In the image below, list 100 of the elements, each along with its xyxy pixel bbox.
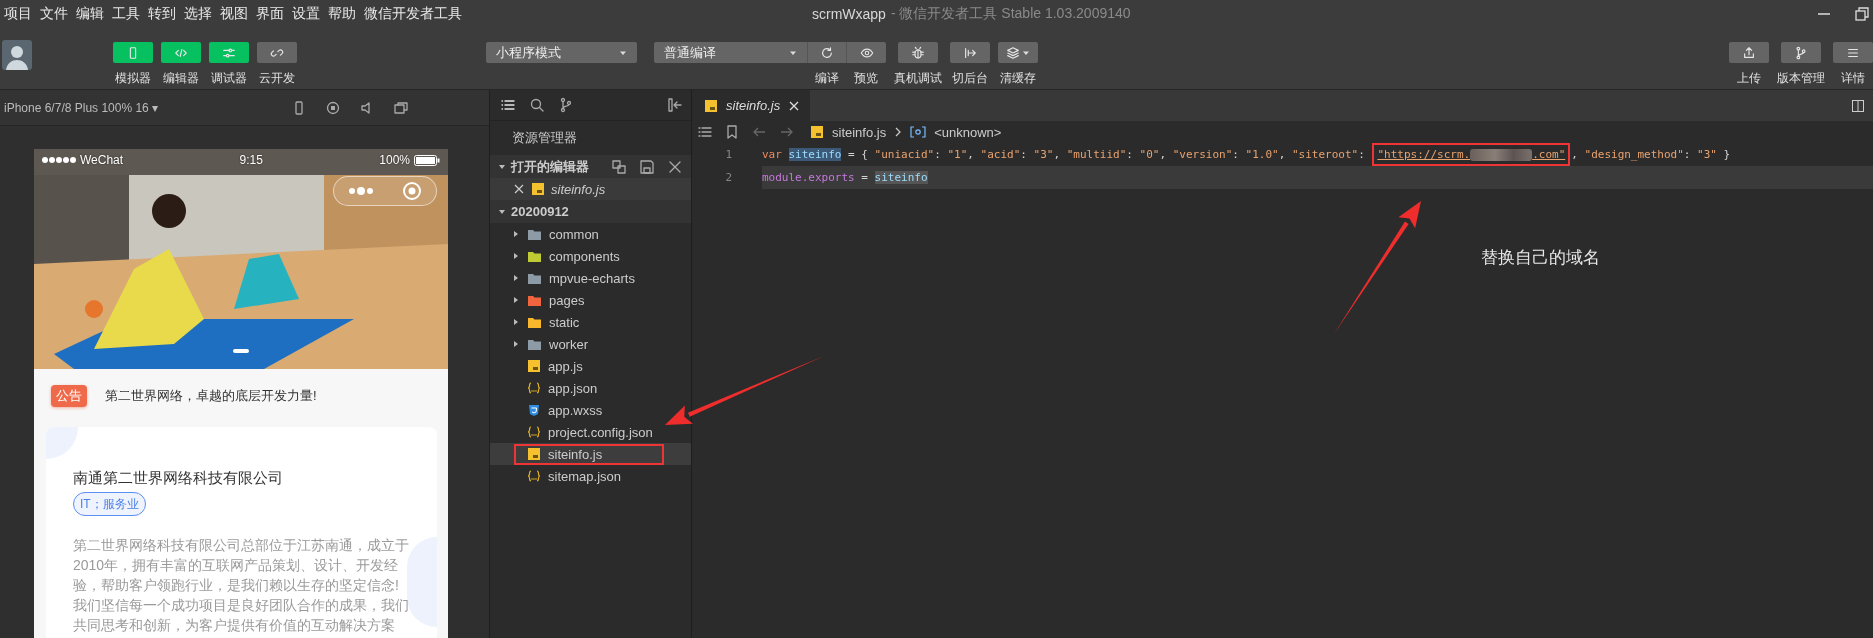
exit-icon [963,45,977,60]
toolbar-button[interactable] [950,42,990,63]
signal-icon [42,156,76,164]
chevron-icon[interactable] [512,340,520,348]
tree-item[interactable]: project.config.json [490,421,691,443]
open-editor-item[interactable]: siteinfo.js [490,178,691,200]
json-file-icon [527,425,541,439]
toolbar-button[interactable] [898,42,938,63]
tree-item[interactable]: sitemap.json [490,465,691,487]
chevron-icon[interactable] [512,274,520,282]
toolbar-button[interactable] [1833,42,1873,63]
js-file-icon [527,447,541,461]
branch-icon[interactable] [558,97,574,113]
record-icon[interactable] [326,100,340,115]
back-arrow-icon[interactable] [752,125,766,139]
split-editor-icon[interactable] [1851,98,1865,113]
window-icon[interactable] [394,100,408,115]
forward-arrow-icon[interactable] [780,125,794,139]
menu-item[interactable]: 转到 [148,5,176,23]
file-name: app.js [548,358,583,374]
restore-icon[interactable] [1855,7,1869,21]
toolbar-button[interactable] [807,42,846,63]
menu-item[interactable]: 编辑 [76,5,104,23]
section-header[interactable]: 20200912 [490,200,691,223]
file-name: siteinfo.js [548,446,603,462]
file-name: common [549,226,599,242]
file-name: app.wxss [548,402,603,418]
window-subtitle: - 微信开发者工具 Stable 1.03.2009140 [890,5,1131,23]
tree-item[interactable]: common [490,223,691,245]
notice-text: 第二世界网络，卓越的底层开发力量! [105,387,317,405]
tree-item[interactable]: static [490,311,691,333]
copy-icon[interactable] [611,158,627,175]
tree-item[interactable]: pages [490,289,691,311]
carrier-name: WeChat [80,153,124,167]
menu-item[interactable]: 界面 [256,5,284,23]
chevron-icon[interactable] [512,230,520,238]
toolbar-button[interactable] [1781,42,1821,63]
menu-item[interactable]: 项目 [4,5,32,23]
js-file-icon [531,182,545,196]
tool-label: 详情 [1841,70,1865,87]
css-file-icon [527,403,541,417]
battery-icon [414,154,440,166]
search-icon[interactable] [529,97,545,113]
compile-select[interactable]: 普通编译 [654,42,807,63]
json-file-icon [527,469,541,483]
panel-title: 资源管理器 [511,129,578,147]
close-icon[interactable] [513,183,525,195]
menu-item[interactable]: 文件 [40,5,68,23]
menu-item[interactable]: 选择 [184,5,212,23]
list-icon[interactable] [698,125,712,139]
sliders-icon [222,45,236,60]
upload-icon [1742,45,1756,60]
chevron-icon [894,127,903,137]
close-icon[interactable] [788,99,801,112]
tool-label: 上传 [1737,70,1761,87]
tree-item[interactable]: worker [490,333,691,355]
line-number: 1 [724,147,733,163]
toolbar-button[interactable] [998,42,1038,63]
chevron-icon[interactable] [512,252,520,260]
tree-item[interactable]: mpvue-echarts [490,267,691,289]
url-link[interactable]: "https://scrm. .com" [1372,143,1571,166]
menu-item[interactable]: 设置 [292,5,320,23]
layers-icon [1006,45,1020,60]
tree-item[interactable]: app.js [490,355,691,377]
file-name: siteinfo.js [551,181,606,197]
avatar[interactable] [2,40,32,70]
save-icon[interactable] [639,158,655,175]
tree-item[interactable]: siteinfo.js [490,443,691,465]
industry-tag: IT；服务业 [73,492,146,516]
js-file-icon [810,125,824,139]
menu-item[interactable]: 视图 [220,5,248,23]
toolbar-button[interactable] [1729,42,1769,63]
tree-item[interactable]: components [490,245,691,267]
section-header[interactable]: 打开的编辑器 [490,155,691,178]
json-file-icon [527,381,541,395]
tree-item[interactable]: app.wxss [490,399,691,421]
menu-item[interactable]: 工具 [112,5,140,23]
carousel-indicator[interactable] [233,349,249,353]
tool-label: 模拟器 [115,70,151,87]
chevron-icon[interactable] [512,296,520,304]
menu-item[interactable]: 帮助 [328,5,356,23]
editor-tab[interactable]: siteinfo.js [692,90,811,121]
menu-item[interactable]: 微信开发者工具 [364,5,462,23]
breadcrumb-item[interactable]: <unknown> [934,124,1002,140]
device-select[interactable]: iPhone 6/7/8 Plus 100% 16 ▾ [4,100,159,115]
list-icon[interactable] [500,97,516,113]
toolbar-button[interactable] [846,42,886,63]
code-line: var siteinfo = { "uniacid": "1", "acid": "3", "multiid": "0", "version": "1.0", "siteroot": "https://scrm. .com" , "design_method": "3" } [762,143,1873,166]
company-description: 第二世界网络科技有限公司总部位于江苏南通，成立于2010年，拥有丰富的互联网产品策划、设计、开发经验，帮助客户领跑行业，是我们赖以生存的坚定信念!我们坚信每一个成功项目是良好团队合作的成果，我们共同思考和创新，为客户提供有价值的互动解决方案 [73,536,410,635]
toolbar-button[interactable] [257,42,297,63]
chevron-icon[interactable] [512,318,520,326]
phone-icon[interactable] [292,100,306,115]
bookmark-icon[interactable] [726,125,738,139]
notice-badge: 公告 [51,385,87,407]
collapse-icon[interactable] [667,97,683,113]
bug-icon [911,45,925,60]
mode-select[interactable]: 小程序模式 [486,42,637,63]
tree-item[interactable]: app.json [490,377,691,399]
breadcrumb-item[interactable]: siteinfo.js [832,124,887,140]
file-name: sitemap.json [548,468,621,484]
